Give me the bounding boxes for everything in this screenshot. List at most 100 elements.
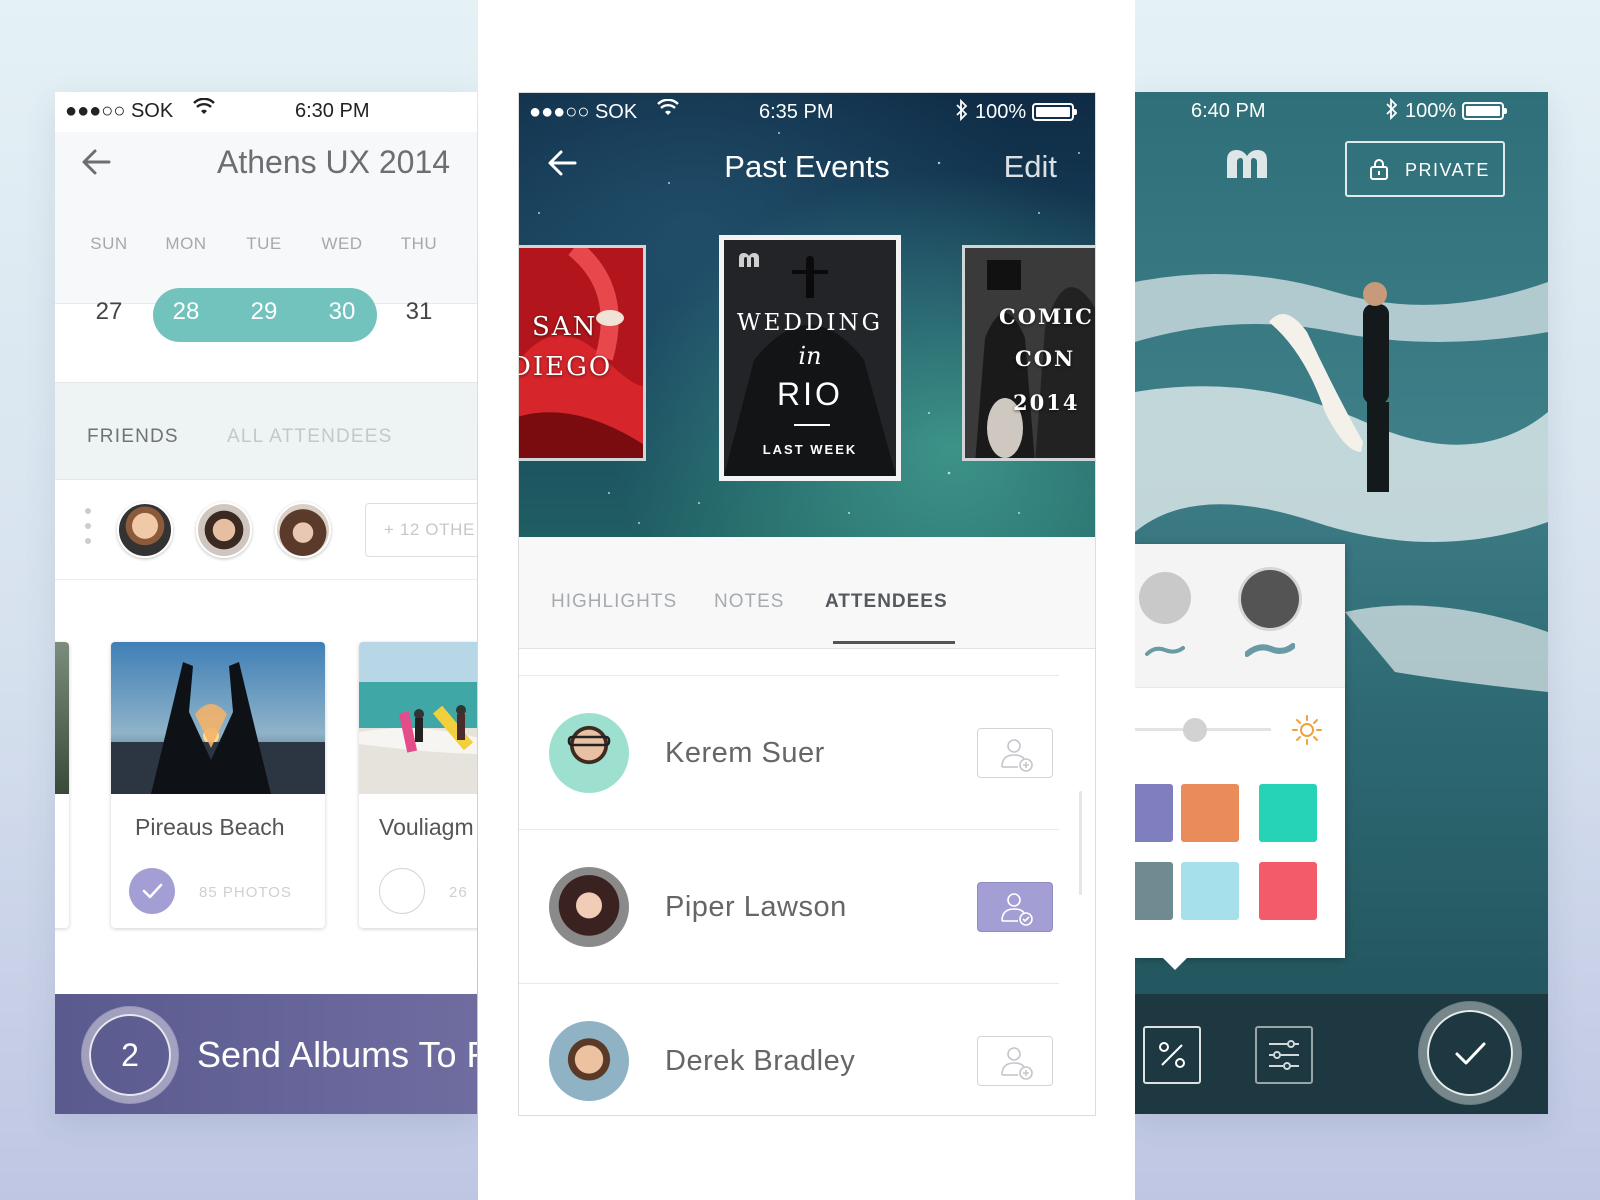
- checkmark-icon: [1455, 1042, 1486, 1065]
- attendee-row: Piper Lawson: [519, 829, 1059, 983]
- tab-friends[interactable]: FRIENDS: [87, 426, 179, 448]
- album-card[interactable]: Pireaus Beach 85 PHOTOS: [111, 642, 325, 928]
- sun-icon: [1292, 715, 1322, 745]
- album-photo: [111, 642, 325, 794]
- drawing-tools-popover: [1135, 544, 1345, 970]
- tab-attendees[interactable]: ATTENDEES: [825, 591, 948, 613]
- send-albums-label: Send Albums To F: [197, 1034, 477, 1075]
- tab-all-attendees[interactable]: ALL ATTENDEES: [227, 426, 393, 448]
- brush-stroke-icon: [1145, 646, 1185, 656]
- friends-row: + 12 OTHE: [55, 480, 477, 580]
- album-name: Pireaus Beach: [135, 814, 285, 840]
- avatar[interactable]: [549, 713, 629, 793]
- brush-light-option[interactable]: [1139, 572, 1191, 624]
- m-logo-icon: [738, 252, 760, 273]
- brightness-slider-thumb[interactable]: [1183, 718, 1207, 742]
- avatar[interactable]: [196, 502, 252, 558]
- album-card[interactable]: Vouliagm 26: [359, 642, 477, 928]
- event-card-comic-con[interactable]: COMIC CON 2014: [962, 245, 1095, 461]
- brush-dark-option[interactable]: [1241, 570, 1299, 628]
- battery-percent: 100%: [1405, 100, 1457, 122]
- attendee-row: Derek Bradley: [519, 983, 1059, 1115]
- card-divider: [794, 424, 830, 426]
- avatar[interactable]: [549, 1021, 629, 1101]
- date-31[interactable]: 31: [380, 298, 458, 326]
- day-name-sun: SUN: [90, 234, 128, 253]
- add-friend-button[interactable]: [977, 728, 1053, 778]
- percent-icon: [1159, 1042, 1185, 1068]
- tab-highlights[interactable]: HIGHLIGHTS: [551, 591, 677, 613]
- day-name-tue: TUE: [246, 234, 282, 253]
- back-arrow-icon[interactable]: [79, 144, 115, 185]
- more-attendees-button[interactable]: + 12 OTHE: [365, 503, 477, 557]
- card-title-line2: DIEGO: [518, 352, 613, 382]
- day-name-thu: THU: [400, 234, 438, 253]
- privacy-toggle-button[interactable]: PRIVATE: [1345, 141, 1505, 197]
- drag-handle-icon[interactable]: [85, 508, 93, 553]
- wifi-icon: [657, 98, 679, 123]
- edit-button[interactable]: Edit: [1004, 149, 1057, 185]
- avatar[interactable]: [275, 502, 331, 558]
- battery-icon: [1462, 102, 1508, 120]
- battery-icon: [1032, 103, 1078, 121]
- bluetooth-icon: [1385, 97, 1399, 126]
- album-photo: [55, 642, 69, 794]
- color-swatch-orange[interactable]: [1181, 784, 1239, 842]
- card-title-line2: CON: [1015, 346, 1076, 371]
- sliders-icon: [1269, 1040, 1299, 1070]
- scrollbar[interactable]: [1079, 791, 1082, 895]
- album-name: Vouliagm: [379, 814, 474, 840]
- clock: 6:35 PM: [759, 101, 834, 123]
- add-friend-button[interactable]: [977, 1036, 1053, 1086]
- album-unselected-circle[interactable]: [379, 868, 425, 914]
- added-friend-button[interactable]: [977, 882, 1053, 932]
- brush-stroke-icon: [1245, 643, 1295, 657]
- card-title-line3: 2014: [1013, 390, 1080, 415]
- lock-icon: [1370, 159, 1388, 180]
- color-swatch-slate[interactable]: [1135, 862, 1173, 920]
- avatar[interactable]: [549, 867, 629, 947]
- color-swatch-red[interactable]: [1259, 862, 1317, 920]
- tab-notes[interactable]: NOTES: [714, 591, 784, 613]
- album-photo: [359, 642, 477, 794]
- add-user-icon: [1001, 1047, 1033, 1080]
- date-28[interactable]: 28: [147, 298, 225, 326]
- album-photo-count: 26: [449, 884, 468, 901]
- clock: 6:30 PM: [295, 100, 370, 122]
- attendee-name: Kerem Suer: [665, 737, 825, 769]
- status-bar: ●●●○○ SOK 6:30 PM: [55, 92, 477, 132]
- left-phone-screen: ●●●○○ SOK 6:30 PM Athens UX 2014 SUN MON…: [55, 92, 477, 1114]
- editing-toolbar: [1135, 994, 1548, 1114]
- percent-tool-button[interactable]: [1143, 1026, 1201, 1084]
- card-title-line3: RIO: [777, 376, 843, 412]
- date-29[interactable]: 29: [225, 298, 303, 326]
- carrier-label: ●●●○○ SOK: [529, 101, 638, 123]
- avatar[interactable]: [117, 502, 173, 558]
- day-name-wed: WED: [321, 234, 363, 253]
- card-subtitle: LAST WEEK: [762, 442, 858, 457]
- color-swatch-teal[interactable]: [1259, 784, 1317, 842]
- event-title: Athens UX 2014: [217, 144, 451, 180]
- attendee-tabs: FRIENDS ALL ATTENDEES: [55, 382, 477, 480]
- privacy-label: PRIVATE: [1405, 160, 1490, 180]
- color-swatch-purple[interactable]: [1135, 784, 1173, 842]
- album-card[interactable]: [55, 642, 69, 928]
- clock: 6:40 PM: [1191, 100, 1266, 122]
- album-selected-check-icon[interactable]: [129, 868, 175, 914]
- send-albums-bar[interactable]: 2 Send Albums To F: [55, 994, 477, 1114]
- color-swatch-light-blue[interactable]: [1181, 862, 1239, 920]
- bluetooth-icon: [955, 98, 969, 127]
- adjustments-tool-button[interactable]: [1255, 1026, 1313, 1084]
- event-card-san-diego[interactable]: SAN DIEGO: [518, 245, 646, 461]
- add-user-icon: [1001, 739, 1033, 772]
- user-check-icon: [1001, 893, 1033, 926]
- event-detail-tabs: HIGHLIGHTS NOTES ATTENDEES: [519, 537, 1095, 649]
- status-bar: 6:40 PM 100%: [1135, 92, 1548, 132]
- carrier-label: ●●●○○ SOK: [65, 100, 174, 122]
- attendee-name: Piper Lawson: [665, 891, 847, 923]
- card-title-line1: COMIC: [999, 304, 1094, 329]
- event-card-wedding-rio[interactable]: WEDDING in RIO LAST WEEK: [719, 235, 901, 481]
- done-button[interactable]: [1427, 1010, 1513, 1096]
- date-30[interactable]: 30: [303, 298, 381, 326]
- date-27[interactable]: 27: [70, 298, 148, 326]
